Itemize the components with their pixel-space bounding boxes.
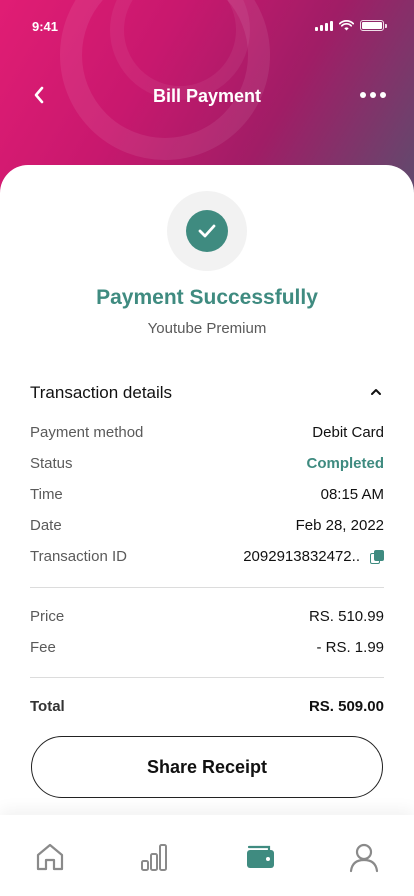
collapse-toggle[interactable] [368,384,384,400]
transaction-id-value: 2092913832472.. [243,548,360,565]
wifi-icon [339,20,354,31]
detail-label: Payment method [30,424,144,441]
success-subtitle: Youtube Premium [147,320,267,337]
more-dot-icon [370,92,376,98]
more-dot-icon [380,92,386,98]
copy-icon[interactable] [370,549,384,564]
total-row: Total RS. 509.00 [30,698,384,718]
charge-label: Price [30,608,65,625]
detail-value: Debit Card [312,424,384,441]
charge-row-price: Price RS. 510.99 [30,608,384,628]
total-label: Total [30,698,65,715]
divider [30,587,384,588]
detail-row-transaction-id: Transaction ID 2092913832472.. [30,548,384,568]
page-title: Bill Payment [152,86,262,106]
chevron-up-icon [371,389,381,395]
status-bar: 9:41 [0,0,414,52]
detail-row-time: Time 08:15 AM [30,486,384,506]
share-receipt-button[interactable]: Share Receipt [31,736,383,798]
detail-label: Status [30,455,73,472]
detail-value: Feb 28, 2022 [295,517,384,534]
status-time: 9:41 [32,19,59,34]
charge-value: RS. 510.99 [308,608,384,625]
charge-value: - RS. 1.99 [316,639,384,656]
battery-icon [360,20,387,31]
charge-row-fee: Fee - RS. 1.99 [30,639,384,659]
charge-label: Fee [30,639,56,656]
tab-statistics[interactable] [134,837,174,877]
detail-label: Date [30,517,62,534]
success-badge [167,191,247,271]
total-value: RS. 509.00 [308,698,384,715]
transaction-details-heading: Transaction details [30,383,173,402]
divider [30,677,384,678]
check-icon [198,224,216,238]
content-card: Payment Successfully Youtube Premium Tra… [0,165,414,896]
more-dot-icon [360,92,366,98]
nav-bar: Bill Payment [0,70,414,120]
detail-label: Time [30,486,63,503]
success-title: Payment Successfully [96,286,318,309]
bottom-tab-bar [0,815,414,896]
status-value: Completed [306,455,384,472]
cellular-signal-icon [315,20,333,31]
tab-home[interactable] [30,837,70,877]
tab-profile[interactable] [344,837,384,877]
chart-icon [141,844,167,871]
detail-row-date: Date Feb 28, 2022 [30,517,384,537]
home-icon [36,843,64,871]
detail-value: 08:15 AM [320,486,384,503]
tab-wallet[interactable] [240,837,280,877]
detail-label: Transaction ID [30,548,127,565]
wallet-icon [247,845,274,868]
profile-icon [349,843,379,873]
more-options-button[interactable] [358,84,388,106]
detail-row-payment-method: Payment method Debit Card [30,424,384,444]
detail-row-status: Status Completed [30,455,384,475]
